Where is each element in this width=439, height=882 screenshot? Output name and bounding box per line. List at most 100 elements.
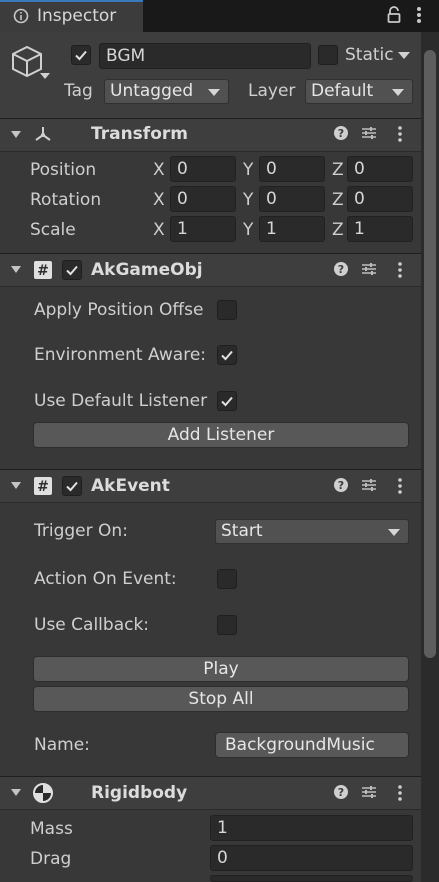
- use-default-listener-label: Use Default Listener: [34, 391, 208, 411]
- presets-icon[interactable]: [361, 784, 377, 800]
- checkmark-icon: [221, 350, 233, 361]
- rotation-x-label: X: [153, 190, 165, 210]
- layer-value: Default: [311, 81, 374, 101]
- apply-position-offset-label: Apply Position Offse: [34, 300, 204, 320]
- scale-y-field[interactable]: 1: [259, 216, 325, 242]
- trigger-on-value: Start: [221, 521, 263, 541]
- help-icon[interactable]: ?: [333, 477, 349, 493]
- tag-label: Tag: [64, 81, 93, 101]
- trigger-on-label: Trigger On:: [34, 521, 128, 541]
- checkmark-icon: [66, 265, 78, 276]
- chevron-down-icon[interactable]: [40, 73, 50, 79]
- akevent-title: AkEvent: [91, 476, 170, 496]
- tab-title: Inspector: [37, 6, 117, 26]
- transform-header[interactable]: [0, 118, 421, 152]
- rigidbody-icon: [33, 783, 53, 803]
- stop-all-button[interactable]: Stop All: [33, 686, 409, 712]
- use-default-listener-toggle[interactable]: [217, 391, 237, 411]
- kebab-menu-icon[interactable]: [396, 783, 404, 803]
- use-callback-toggle[interactable]: [217, 615, 237, 635]
- kebab-menu-icon[interactable]: [396, 124, 404, 144]
- chevron-down-icon: [208, 89, 220, 96]
- tag-dropdown[interactable]: Untagged: [104, 79, 229, 104]
- drag-field[interactable]: 0: [210, 845, 413, 871]
- layer-label: Layer: [248, 81, 296, 101]
- rotation-y-label: Y: [243, 190, 254, 210]
- scale-x-field[interactable]: 1: [170, 216, 236, 242]
- environment-aware-label: Environment Aware:: [34, 345, 207, 365]
- rotation-z-field[interactable]: 0: [347, 186, 413, 212]
- akevent-enabled-toggle[interactable]: [62, 476, 82, 496]
- rigidbody-header[interactable]: [0, 776, 421, 810]
- svg-text:?: ?: [338, 786, 344, 799]
- help-icon[interactable]: ?: [333, 784, 349, 800]
- rotation-y-field[interactable]: 0: [259, 186, 325, 212]
- presets-icon[interactable]: [361, 261, 377, 277]
- name-label: Name:: [34, 735, 90, 755]
- akgameobj-enabled-toggle[interactable]: [62, 260, 82, 280]
- angular-drag-field[interactable]: [210, 875, 413, 882]
- position-label: Position: [30, 160, 97, 180]
- event-name-picker[interactable]: BackgroundMusic: [215, 732, 409, 758]
- checkmark-icon: [221, 396, 233, 407]
- scale-z-label: Z: [332, 220, 344, 240]
- apply-position-offset-toggle[interactable]: [217, 300, 237, 320]
- mass-field[interactable]: 1: [210, 815, 413, 841]
- foldout-arrow-icon[interactable]: [11, 482, 21, 489]
- transform-title: Transform: [91, 124, 188, 144]
- svg-text:#: #: [37, 263, 49, 279]
- position-y-label: Y: [243, 160, 254, 180]
- static-label: Static: [345, 45, 394, 65]
- gameobject-name-field[interactable]: BGM: [99, 43, 311, 69]
- inspector-icon: [13, 8, 29, 24]
- scale-y-label: Y: [243, 220, 254, 240]
- scale-z-field[interactable]: 1: [347, 216, 413, 242]
- script-icon: #: [34, 261, 52, 279]
- scale-x-label: X: [153, 220, 165, 240]
- add-listener-button[interactable]: Add Listener: [33, 422, 409, 448]
- scrollbar-thumb[interactable]: [424, 50, 436, 658]
- static-dropdown-arrow-icon[interactable]: [398, 52, 410, 60]
- foldout-arrow-icon[interactable]: [11, 266, 21, 273]
- help-icon[interactable]: ?: [333, 261, 349, 277]
- script-icon: #: [34, 477, 52, 495]
- gameobject-active-toggle[interactable]: [71, 45, 91, 65]
- rigidbody-title: Rigidbody: [91, 783, 188, 803]
- checkmark-icon: [75, 50, 87, 61]
- scale-label: Scale: [30, 220, 76, 240]
- svg-text:?: ?: [338, 479, 344, 492]
- rotation-z-label: Z: [332, 190, 344, 210]
- position-y-field[interactable]: 0: [259, 156, 325, 182]
- cube-icon[interactable]: [10, 44, 44, 80]
- foldout-arrow-icon[interactable]: [11, 789, 21, 796]
- kebab-menu-icon[interactable]: [396, 260, 404, 280]
- svg-text:#: #: [37, 479, 49, 495]
- transform-icon: [35, 127, 51, 141]
- position-z-field[interactable]: 0: [347, 156, 413, 182]
- akgameobj-title: AkGameObj: [91, 260, 203, 280]
- foldout-arrow-icon[interactable]: [11, 131, 21, 138]
- lock-icon[interactable]: [387, 6, 401, 24]
- kebab-menu-icon[interactable]: [415, 4, 423, 26]
- chevron-down-icon: [392, 89, 404, 96]
- play-button[interactable]: Play: [33, 656, 409, 682]
- svg-text:?: ?: [338, 127, 344, 140]
- trigger-on-dropdown[interactable]: Start: [215, 519, 409, 544]
- action-on-event-toggle[interactable]: [217, 569, 237, 589]
- layer-dropdown[interactable]: Default: [305, 79, 413, 104]
- rotation-label: Rotation: [30, 190, 102, 210]
- presets-icon[interactable]: [361, 125, 377, 141]
- position-x-field[interactable]: 0: [170, 156, 236, 182]
- help-icon[interactable]: ?: [333, 125, 349, 141]
- action-on-event-label: Action On Event:: [34, 569, 177, 589]
- kebab-menu-icon[interactable]: [396, 476, 404, 496]
- tag-value: Untagged: [110, 81, 194, 101]
- presets-icon[interactable]: [361, 477, 377, 493]
- position-z-label: Z: [332, 160, 344, 180]
- rotation-x-field[interactable]: 0: [170, 186, 236, 212]
- checkmark-icon: [66, 481, 78, 492]
- position-x-label: X: [153, 160, 165, 180]
- static-toggle[interactable]: [318, 45, 338, 65]
- environment-aware-toggle[interactable]: [217, 345, 237, 365]
- use-callback-label: Use Callback:: [34, 615, 150, 635]
